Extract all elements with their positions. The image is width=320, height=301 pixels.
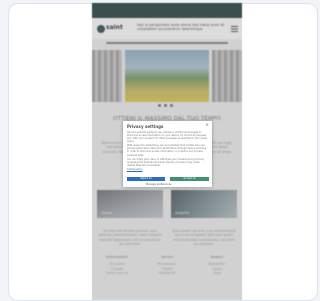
dialog-paragraph: We and selected partners use cookies or … xyxy=(127,131,208,144)
manage-preferences-link[interactable]: Manage preferences xyxy=(146,183,172,186)
dialog-title: Privacy settings xyxy=(127,124,164,129)
reject-all-button[interactable]: Reject all xyxy=(127,177,165,181)
cookie-policy-link[interactable]: Cookie policy xyxy=(127,168,143,171)
dialog-paragraph: You can freely give, deny or withdraw yo… xyxy=(127,157,205,167)
close-icon[interactable]: × xyxy=(205,123,209,128)
accept-all-button[interactable]: Accept all xyxy=(170,177,209,181)
dialog-paragraph: With respect to advertising, we and sele… xyxy=(127,144,207,157)
dialog-body: We and selected partners use cookies or … xyxy=(127,131,208,177)
